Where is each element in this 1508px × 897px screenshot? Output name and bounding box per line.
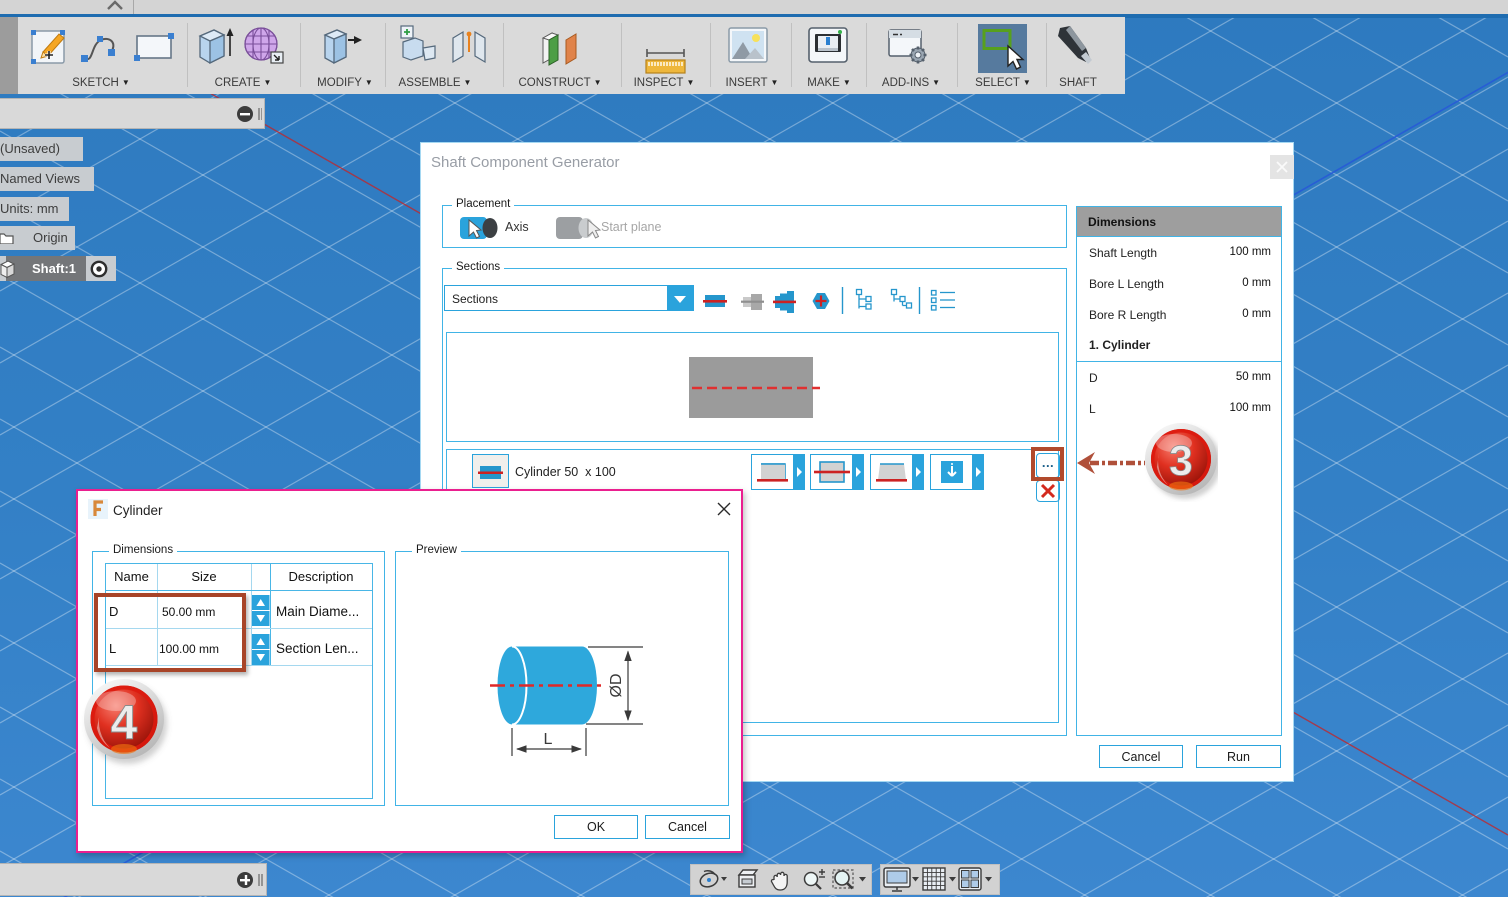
svg-text:L: L [544, 731, 553, 748]
svg-text:3: 3 [1169, 437, 1193, 485]
svg-text:ØD: ØD [608, 674, 625, 698]
svg-text:4: 4 [111, 697, 138, 750]
